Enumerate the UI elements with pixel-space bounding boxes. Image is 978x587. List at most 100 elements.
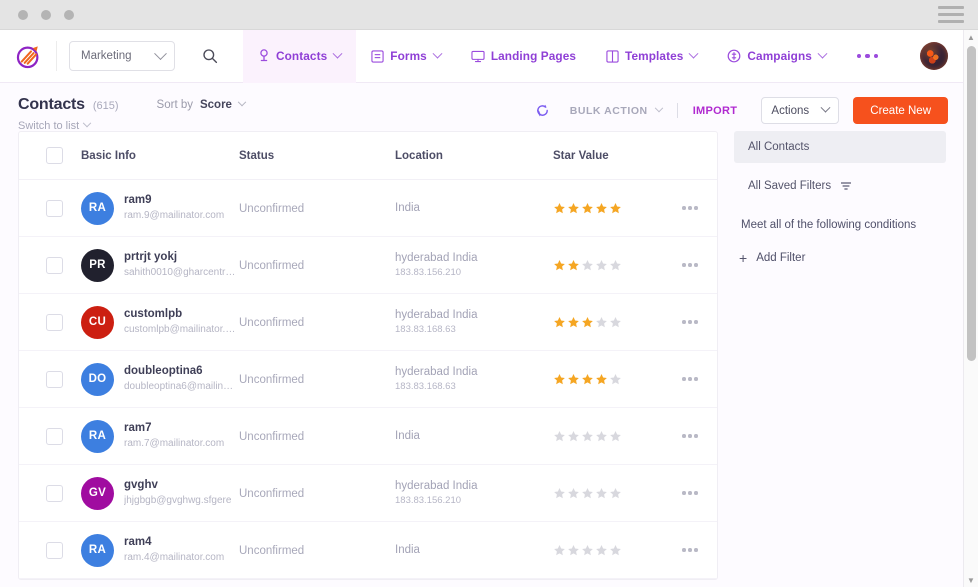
app-logo[interactable] — [0, 43, 56, 70]
close-button[interactable] — [18, 9, 28, 20]
all-contacts-item[interactable]: All Contacts — [734, 131, 946, 163]
star-icon[interactable] — [581, 487, 594, 500]
star-icon[interactable] — [595, 544, 608, 557]
row-select-cell[interactable] — [19, 370, 81, 388]
nav-item-forms[interactable]: Forms — [356, 30, 456, 83]
star-icon[interactable] — [553, 259, 566, 272]
star-icon[interactable] — [609, 373, 622, 386]
user-avatar[interactable] — [920, 42, 948, 70]
cell-row-menu[interactable] — [663, 491, 717, 495]
row-select-cell[interactable] — [19, 313, 81, 331]
row-select-cell[interactable] — [19, 199, 81, 217]
star-icon[interactable] — [595, 373, 608, 386]
hamburger-icon[interactable] — [938, 6, 964, 23]
star-icon[interactable] — [609, 259, 622, 272]
bulk-action-dropdown[interactable]: BULK ACTION — [570, 103, 663, 117]
cell-row-menu[interactable] — [663, 377, 717, 381]
nav-item-campaigns[interactable]: Campaigns — [712, 30, 841, 83]
star-rating[interactable] — [553, 544, 663, 557]
star-icon[interactable] — [581, 373, 594, 386]
row-overflow-menu-icon[interactable] — [682, 377, 698, 381]
search-button[interactable] — [197, 43, 223, 69]
scroll-up-arrow-icon[interactable]: ▲ — [964, 30, 978, 44]
scrollbar-thumb[interactable] — [967, 46, 976, 361]
star-icon[interactable] — [553, 487, 566, 500]
row-select-cell[interactable] — [19, 484, 81, 502]
row-checkbox[interactable] — [45, 313, 63, 331]
star-rating[interactable] — [553, 373, 663, 386]
more-menu-icon[interactable] — [841, 53, 895, 59]
star-icon[interactable] — [581, 544, 594, 557]
row-checkbox[interactable] — [45, 427, 63, 445]
import-button[interactable]: IMPORT — [693, 105, 738, 117]
row-checkbox[interactable] — [45, 541, 63, 559]
star-icon[interactable] — [581, 430, 594, 443]
star-icon[interactable] — [595, 202, 608, 215]
actions-dropdown[interactable]: Actions — [761, 97, 840, 124]
all-saved-filters-item[interactable]: All Saved Filters — [734, 180, 946, 192]
create-new-button[interactable]: Create New — [853, 97, 948, 124]
workspace-selector[interactable]: Marketing — [69, 41, 175, 71]
cell-row-menu[interactable] — [663, 548, 717, 552]
star-icon[interactable] — [609, 316, 622, 329]
cell-row-menu[interactable] — [663, 320, 717, 324]
star-icon[interactable] — [553, 544, 566, 557]
row-overflow-menu-icon[interactable] — [682, 320, 698, 324]
column-header-star-value[interactable]: Star Value — [553, 150, 663, 162]
row-overflow-menu-icon[interactable] — [682, 206, 698, 210]
table-row[interactable]: RA ram7 ram.7@mailinator.com Unconfirmed Ind… — [19, 408, 717, 465]
window-controls[interactable] — [18, 9, 74, 20]
nav-item-templates[interactable]: Templates — [591, 30, 712, 83]
row-overflow-menu-icon[interactable] — [682, 548, 698, 552]
star-rating[interactable] — [553, 487, 663, 500]
star-icon[interactable] — [595, 316, 608, 329]
star-rating[interactable] — [553, 202, 663, 215]
row-overflow-menu-icon[interactable] — [682, 263, 698, 267]
table-row[interactable]: PR prtrjt yokj sahith0010@gharcentral.co..… — [19, 237, 717, 294]
select-all-checkbox[interactable] — [45, 147, 63, 164]
star-icon[interactable] — [581, 202, 594, 215]
row-checkbox[interactable] — [45, 256, 63, 274]
nav-item-contacts[interactable]: Contacts — [243, 29, 357, 83]
cell-row-menu[interactable] — [663, 206, 717, 210]
star-icon[interactable] — [595, 259, 608, 272]
table-row[interactable]: GV gvghv jhjgbgb@gvghwg.sfgere Unconfirmed h… — [19, 465, 717, 522]
star-icon[interactable] — [553, 316, 566, 329]
row-overflow-menu-icon[interactable] — [682, 491, 698, 495]
column-header-status[interactable]: Status — [239, 150, 395, 162]
table-row[interactable]: CU customlpb customlpb@mailinator.com Uncon… — [19, 294, 717, 351]
sort-by-control[interactable]: Sort by Score — [157, 97, 247, 111]
select-all-cell[interactable] — [19, 147, 81, 164]
row-checkbox[interactable] — [45, 370, 63, 388]
minimize-button[interactable] — [41, 9, 51, 20]
star-rating[interactable] — [553, 259, 663, 272]
row-select-cell[interactable] — [19, 427, 81, 445]
star-icon[interactable] — [609, 487, 622, 500]
row-checkbox[interactable] — [45, 484, 63, 502]
star-icon[interactable] — [609, 202, 622, 215]
row-select-cell[interactable] — [19, 541, 81, 559]
switch-to-list-button[interactable]: Switch to list — [18, 118, 119, 132]
star-icon[interactable] — [553, 430, 566, 443]
star-icon[interactable] — [567, 373, 580, 386]
star-icon[interactable] — [553, 202, 566, 215]
star-icon[interactable] — [567, 259, 580, 272]
table-row[interactable]: DO doubleoptina6 doubleoptina6@mailinator.… — [19, 351, 717, 408]
cell-row-menu[interactable] — [663, 434, 717, 438]
row-checkbox[interactable] — [45, 199, 63, 217]
table-row[interactable]: RA ram9 ram.9@mailinator.com Unconfirmed Ind… — [19, 180, 717, 237]
star-icon[interactable] — [567, 202, 580, 215]
page-scrollbar[interactable]: ▲ ▼ — [963, 30, 978, 587]
maximize-button[interactable] — [64, 9, 74, 20]
star-icon[interactable] — [609, 430, 622, 443]
nav-item-landing-pages[interactable]: Landing Pages — [456, 30, 591, 83]
row-select-cell[interactable] — [19, 256, 81, 274]
refresh-button[interactable] — [535, 103, 550, 118]
star-icon[interactable] — [553, 373, 566, 386]
star-icon[interactable] — [595, 430, 608, 443]
cell-row-menu[interactable] — [663, 263, 717, 267]
column-header-basic-info[interactable]: Basic Info — [81, 150, 239, 162]
star-icon[interactable] — [581, 316, 594, 329]
table-row[interactable]: RA ram4 ram.4@mailinator.com Unconfirmed Ind… — [19, 522, 717, 579]
star-icon[interactable] — [595, 487, 608, 500]
